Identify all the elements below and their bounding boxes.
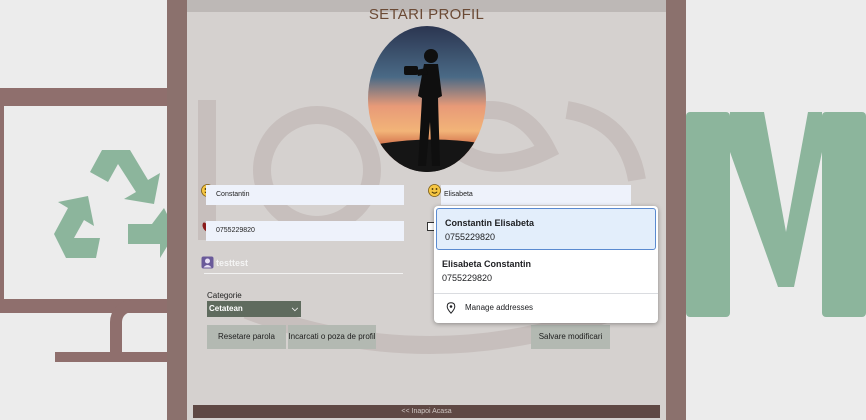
suggestion-phone: 0755229820 bbox=[445, 232, 496, 242]
upload-photo-button[interactable]: Incarcati o poza de profil bbox=[288, 325, 376, 349]
recycle-icon bbox=[54, 150, 176, 258]
category-label: Categorie bbox=[207, 291, 242, 300]
profile-photo bbox=[368, 26, 486, 172]
save-button[interactable]: Salvare modificari bbox=[531, 325, 610, 349]
suggestion-name: Elisabeta Constantin bbox=[442, 259, 532, 269]
autocomplete-popup: Constantin Elisabeta 0755229820 Elisabet… bbox=[434, 206, 658, 323]
category-select[interactable]: Cetatean ⌵ bbox=[207, 301, 301, 317]
category-selected-value: Cetatean bbox=[209, 304, 243, 313]
autocomplete-suggestion[interactable]: Elisabeta Constantin 0755229820 bbox=[434, 250, 658, 292]
popup-divider bbox=[434, 293, 658, 294]
location-pin-icon bbox=[446, 302, 456, 314]
background-letter-m bbox=[686, 112, 866, 317]
back-home-link[interactable]: << Inapoi Acasa bbox=[193, 405, 660, 418]
background-monitor-stand bbox=[110, 300, 170, 352]
page-title: SETARI PROFIL bbox=[368, 6, 485, 23]
suggestion-phone: 0755229820 bbox=[442, 273, 493, 283]
background-monitor-base bbox=[55, 352, 175, 362]
reset-password-button[interactable]: Resetare parola bbox=[207, 325, 286, 349]
chevron-down-icon: ⌵ bbox=[291, 304, 298, 313]
last-name-field[interactable]: Elisabeta bbox=[441, 185, 631, 205]
manage-addresses-link[interactable]: Manage addresses bbox=[465, 303, 533, 312]
first-name-field[interactable]: Constantin bbox=[206, 185, 404, 205]
username-underline bbox=[204, 273, 403, 274]
autocomplete-suggestion[interactable]: Constantin Elisabeta 0755229820 bbox=[436, 208, 656, 250]
username-label: testtest bbox=[216, 258, 249, 268]
phone-field[interactable]: 0755229820 bbox=[206, 221, 404, 241]
suggestion-name: Constantin Elisabeta bbox=[445, 218, 535, 228]
user-badge-icon bbox=[201, 256, 214, 269]
smiley-icon bbox=[428, 184, 441, 197]
